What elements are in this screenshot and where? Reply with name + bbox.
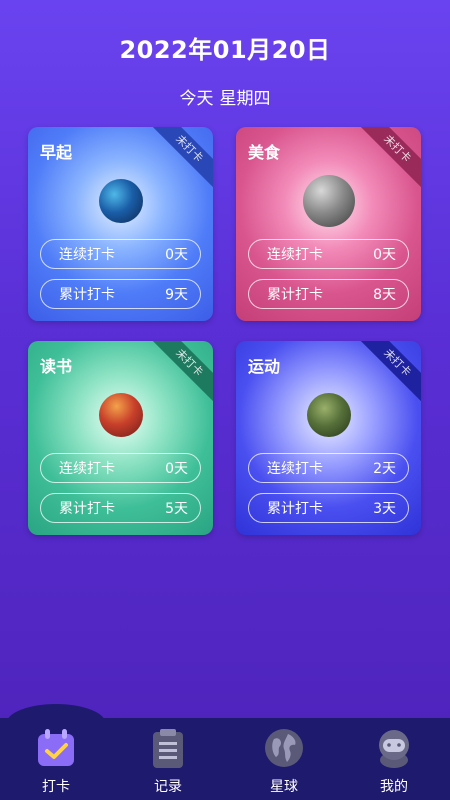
streak-label: 连续打卡 [59, 461, 115, 477]
streak-value: 0天 [373, 247, 396, 263]
card-title: 运动 [248, 357, 281, 376]
blue-planet-icon [98, 179, 143, 223]
today-label: 今天 [179, 89, 214, 109]
red-planet-icon [98, 393, 143, 437]
calendar-check-icon [34, 726, 78, 770]
streak-value: 0天 [165, 461, 188, 477]
streak-value: 0天 [165, 247, 188, 263]
card-title: 早起 [40, 143, 73, 162]
streak-pill: 连续打卡 0天 [248, 239, 409, 269]
tab-planet[interactable]: 星球 [228, 718, 340, 800]
streak-value: 2天 [373, 461, 396, 477]
tab-checkin[interactable]: 打卡 [0, 718, 112, 800]
unchecked-ribbon: 未打卡 [354, 341, 421, 406]
total-value: 8天 [373, 287, 396, 303]
total-value: 5天 [165, 501, 188, 517]
habit-card-early-rise[interactable]: 早起 未打卡 连续打卡 0天 累计打卡 9天 [28, 127, 213, 321]
bottom-tab-bar: 打卡 记录 星球 我的 [0, 704, 450, 800]
habit-card-exercise[interactable]: 运动 未打卡 连续打卡 2天 累计打卡 3天 [236, 341, 421, 535]
total-pill: 累计打卡 3天 [248, 493, 409, 523]
total-value: 9天 [165, 287, 188, 303]
tab-label: 我的 [380, 779, 408, 795]
clipboard-icon [146, 726, 190, 770]
tab-label: 打卡 [42, 779, 70, 795]
weekday-line: 今天 星期四 [0, 84, 450, 109]
unchecked-ribbon: 未打卡 [146, 127, 213, 192]
green-planet-icon [306, 393, 351, 437]
card-title: 美食 [248, 143, 281, 162]
streak-pill: 连续打卡 0天 [40, 453, 201, 483]
streak-pill: 连续打卡 2天 [248, 453, 409, 483]
total-pill: 累计打卡 8天 [248, 279, 409, 309]
globe-icon [262, 726, 306, 770]
habit-card-reading[interactable]: 读书 未打卡 连续打卡 0天 累计打卡 5天 [28, 341, 213, 535]
tab-label: 记录 [154, 779, 182, 795]
tab-mine[interactable]: 我的 [338, 718, 450, 800]
streak-label: 连续打卡 [267, 461, 323, 477]
card-title: 读书 [40, 357, 73, 376]
date-title: 2022年01月20日 [119, 36, 331, 64]
unchecked-ribbon: 未打卡 [146, 341, 213, 406]
total-pill: 累计打卡 9天 [40, 279, 201, 309]
total-value: 3天 [373, 501, 396, 517]
streak-label: 连续打卡 [59, 247, 115, 263]
streak-pill: 连续打卡 0天 [40, 239, 201, 269]
weekday-label: 星期四 [219, 89, 271, 109]
astronaut-icon [372, 726, 416, 770]
total-pill: 累计打卡 5天 [40, 493, 201, 523]
grey-planet-icon [302, 175, 355, 227]
streak-label: 连续打卡 [267, 247, 323, 263]
total-label: 累计打卡 [59, 287, 115, 303]
habit-card-food[interactable]: 美食 未打卡 连续打卡 0天 累计打卡 8天 [236, 127, 421, 321]
tab-records[interactable]: 记录 [112, 718, 224, 800]
total-label: 累计打卡 [59, 501, 115, 517]
total-label: 累计打卡 [267, 501, 323, 517]
tab-label: 星球 [270, 779, 298, 795]
total-label: 累计打卡 [267, 287, 323, 303]
unchecked-ribbon: 未打卡 [354, 127, 421, 192]
